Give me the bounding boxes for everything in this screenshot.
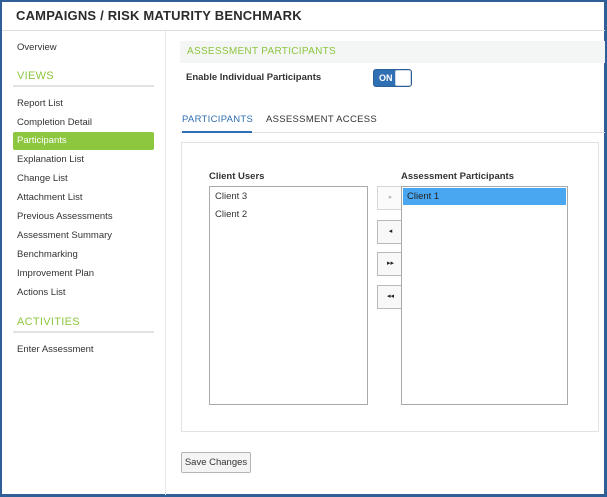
move-all-right-button[interactable]: ▸▸ (377, 252, 404, 276)
sidebar-item-improvement-plan[interactable]: Improvement Plan (17, 265, 94, 283)
page-title: CAMPAIGNS / RISK MATURITY BENCHMARK (16, 8, 302, 23)
sidebar-item-assessment-summary[interactable]: Assessment Summary (17, 227, 112, 245)
sidebar: Overview VIEWS Report List Completion De… (2, 31, 166, 495)
activities-heading: ACTIVITIES (17, 316, 80, 328)
views-divider (13, 85, 154, 87)
main-content: ASSESSMENT PARTICIPANTS Enable Individua… (176, 31, 605, 495)
active-tab-indicator (182, 131, 252, 133)
toggle-state-text: ON (379, 73, 393, 83)
sidebar-item-enter-assessment[interactable]: Enter Assessment (17, 341, 94, 359)
sidebar-item-explanation-list[interactable]: Explanation List (17, 151, 84, 169)
sidebar-item-benchmarking[interactable]: Benchmarking (17, 246, 78, 264)
app-window: CAMPAIGNS / RISK MATURITY BENCHMARK Over… (0, 0, 607, 497)
tab-bar: PARTICIPANTS ASSESSMENT ACCESS (180, 111, 605, 133)
toggle-knob[interactable] (395, 70, 411, 86)
sidebar-item-attachment-list[interactable]: Attachment List (17, 189, 82, 207)
client-users-label: Client Users (209, 171, 265, 182)
enable-participants-toggle[interactable]: ON (373, 69, 412, 87)
assessment-participants-label: Assessment Participants (401, 171, 514, 182)
move-all-left-icon: ◂◂ (386, 293, 395, 300)
views-heading: VIEWS (17, 70, 54, 82)
move-right-icon: ▸ (388, 194, 393, 201)
activities-divider (13, 331, 154, 333)
sidebar-item-change-list[interactable]: Change List (17, 170, 68, 188)
list-item[interactable]: Client 1 (403, 188, 566, 205)
sidebar-item-report-list[interactable]: Report List (17, 95, 63, 113)
tab-participants[interactable]: PARTICIPANTS (182, 114, 253, 125)
client-users-listbox[interactable]: Client 3 Client 2 (209, 186, 368, 405)
list-item[interactable]: Client 2 (211, 206, 366, 223)
move-left-icon: ◂ (388, 228, 393, 235)
move-right-button[interactable]: ▸ (377, 186, 404, 210)
tab-assessment-access[interactable]: ASSESSMENT ACCESS (266, 114, 377, 125)
sidebar-item-actions-list[interactable]: Actions List (17, 284, 66, 302)
participants-panel: Client Users Client 3 Client 2 ▸ ◂ ▸▸ ◂◂… (181, 142, 599, 432)
section-title: ASSESSMENT PARTICIPANTS (187, 46, 336, 57)
section-header: ASSESSMENT PARTICIPANTS (180, 41, 605, 63)
sidebar-item-previous-assessments[interactable]: Previous Assessments (17, 208, 113, 226)
assessment-participants-listbox[interactable]: Client 1 (401, 186, 568, 405)
sidebar-item-overview[interactable]: Overview (17, 39, 57, 57)
move-all-right-icon: ▸▸ (386, 260, 395, 267)
enable-participants-label: Enable Individual Participants (186, 72, 322, 83)
move-all-left-button[interactable]: ◂◂ (377, 285, 404, 309)
sidebar-item-completion-detail[interactable]: Completion Detail (17, 114, 92, 132)
save-changes-button[interactable]: Save Changes (181, 452, 251, 473)
sidebar-item-participants[interactable]: Participants (13, 132, 154, 150)
list-item[interactable]: Client 3 (211, 188, 366, 205)
move-left-button[interactable]: ◂ (377, 220, 404, 244)
